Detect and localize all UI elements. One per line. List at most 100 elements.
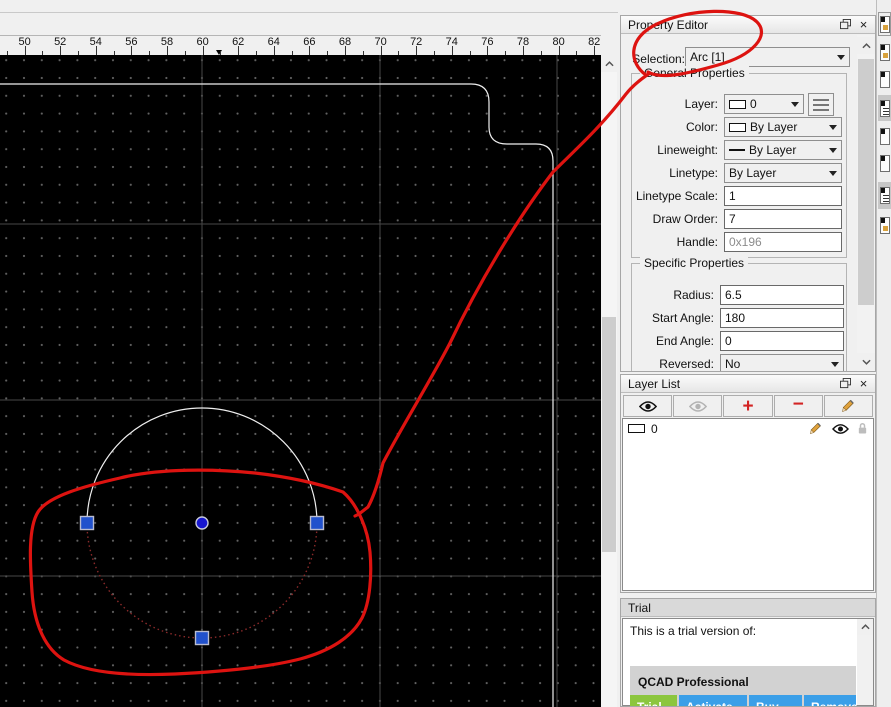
canvas-entities (0, 55, 601, 707)
dock-panel-icon[interactable] (878, 151, 891, 176)
ruler-label: 56 (125, 36, 138, 48)
lineweight-row: Lineweight: By Layer (632, 139, 846, 161)
eye-icon[interactable] (832, 423, 849, 434)
dock-panel-icon-layer-list[interactable] (878, 182, 891, 209)
edit-layer-button[interactable] (823, 395, 874, 417)
radius-row: Radius: (632, 284, 846, 306)
ruler-label: 52 (54, 36, 67, 48)
layer-combobox[interactable]: 0 (724, 94, 804, 114)
linetype-combobox[interactable]: By Layer (724, 163, 842, 183)
chevron-down-icon (829, 170, 837, 176)
dock-panel-icon[interactable] (878, 12, 891, 36)
chevron-down-icon (831, 361, 839, 367)
trial-product-box: QCAD Professional Trial Activate Buy Rem… (630, 666, 858, 706)
hide-all-layers-button[interactable] (673, 395, 723, 417)
lock-icon[interactable] (857, 422, 868, 435)
ruler-label: 72 (410, 36, 423, 48)
property-editor-scrollbar[interactable] (857, 35, 875, 371)
color-swatch (729, 122, 746, 132)
draw-order-input[interactable] (724, 209, 842, 229)
minus-icon: − (792, 393, 804, 415)
color-label: Color: (685, 120, 718, 134)
ruler-label: 66 (303, 36, 316, 48)
layer-row[interactable]: 0 (623, 419, 873, 437)
handle-label: Handle: (676, 235, 718, 249)
trial-button[interactable]: Trial (630, 695, 677, 706)
end-angle-input[interactable] (720, 331, 844, 351)
remove-layer-button[interactable]: − (773, 393, 823, 417)
scroll-up-button[interactable] (857, 619, 873, 635)
add-layer-button[interactable]: + (723, 395, 773, 417)
start-angle-label: Start Angle: (651, 311, 714, 325)
dock-panel-icon[interactable] (878, 68, 891, 91)
scrollbar-thumb[interactable] (602, 317, 616, 552)
arc-center-handle[interactable] (195, 516, 209, 530)
reversed-combobox[interactable]: No (720, 354, 844, 371)
layer-menu-button[interactable] (808, 93, 834, 116)
layer-list-toolbar: + − (622, 394, 874, 418)
dock-panel-icon[interactable] (878, 125, 891, 148)
property-editor-titlebar[interactable]: Property Editor × (621, 16, 875, 34)
layer-list-panel: Layer List × + − 0 (620, 374, 876, 593)
close-panel-icon[interactable]: × (856, 376, 871, 391)
reversed-label: Reversed: (659, 357, 714, 371)
ruler-label: 82 (588, 36, 601, 48)
ruler-label: 58 (160, 36, 174, 48)
selection-combobox[interactable]: Arc [1] (685, 47, 850, 67)
linetype-scale-row: Linetype Scale: (632, 185, 846, 207)
close-panel-icon[interactable]: × (856, 17, 871, 32)
selection-value: Arc [1] (690, 50, 725, 64)
layer-row: Layer: 0 (632, 93, 846, 116)
specific-properties-group: Specific Properties Radius: Start Angle:… (631, 256, 847, 371)
dock-panel-icon-property-editor[interactable] (878, 95, 891, 121)
scroll-up-button[interactable] (857, 37, 875, 54)
scroll-up-button[interactable] (601, 55, 617, 72)
polyline-entity[interactable] (0, 83, 554, 707)
arc-middle-handle[interactable] (194, 630, 210, 646)
trial-titlebar[interactable]: Trial (621, 599, 875, 617)
layer-color-swatch (729, 99, 746, 109)
float-panel-icon[interactable] (838, 18, 853, 32)
drawing-canvas[interactable] (0, 55, 601, 707)
remove-button[interactable]: Remove (804, 695, 858, 706)
arc-start-handle[interactable] (79, 515, 95, 531)
dock-panel-icon[interactable] (878, 213, 891, 237)
pencil-icon[interactable] (809, 422, 823, 436)
pencil-icon (841, 399, 856, 414)
layer-list-title: Layer List (628, 376, 681, 391)
trial-product-name: QCAD Professional (638, 675, 749, 689)
lineweight-combobox[interactable]: By Layer (724, 140, 842, 160)
ruler-label: 50 (18, 36, 31, 48)
canvas-vertical-scrollbar[interactable] (601, 55, 617, 707)
trial-scrollbar[interactable] (857, 619, 873, 705)
dock-panel-icon[interactable] (878, 41, 891, 64)
general-properties-title: General Properties (640, 66, 749, 80)
show-all-layers-button[interactable] (623, 395, 673, 417)
ruler-label: 68 (338, 36, 352, 48)
float-panel-icon[interactable] (838, 377, 853, 391)
layer-name: 0 (651, 421, 658, 436)
layer-list-titlebar[interactable]: Layer List × (621, 375, 875, 393)
trial-content: This is a trial version of: QCAD Profess… (622, 618, 874, 706)
grid-major-lines (0, 55, 601, 707)
layer-color-swatch (628, 424, 645, 433)
trial-message: This is a trial version of: (630, 624, 757, 638)
color-combobox[interactable]: By Layer (724, 117, 842, 137)
reversed-row: Reversed: No (632, 353, 846, 371)
start-angle-input[interactable] (720, 308, 844, 328)
ruler-label: 64 (267, 36, 280, 48)
lineweight-label: Lineweight: (657, 143, 718, 157)
layer-list[interactable]: 0 (622, 418, 874, 591)
scrollbar-thumb[interactable] (858, 59, 874, 305)
radius-input[interactable] (720, 285, 844, 305)
scroll-down-button[interactable] (857, 353, 875, 370)
chevron-up-icon (604, 60, 614, 66)
color-row: Color: By Layer (632, 116, 846, 138)
linetype-scale-input[interactable] (724, 186, 842, 206)
activate-button[interactable]: Activate (679, 695, 747, 706)
end-angle-row: End Angle: (632, 330, 846, 352)
chevron-down-icon (829, 124, 837, 130)
ruler-label: 76 (481, 36, 494, 48)
buy-button[interactable]: Buy (749, 695, 802, 706)
arc-end-handle[interactable] (309, 515, 325, 531)
